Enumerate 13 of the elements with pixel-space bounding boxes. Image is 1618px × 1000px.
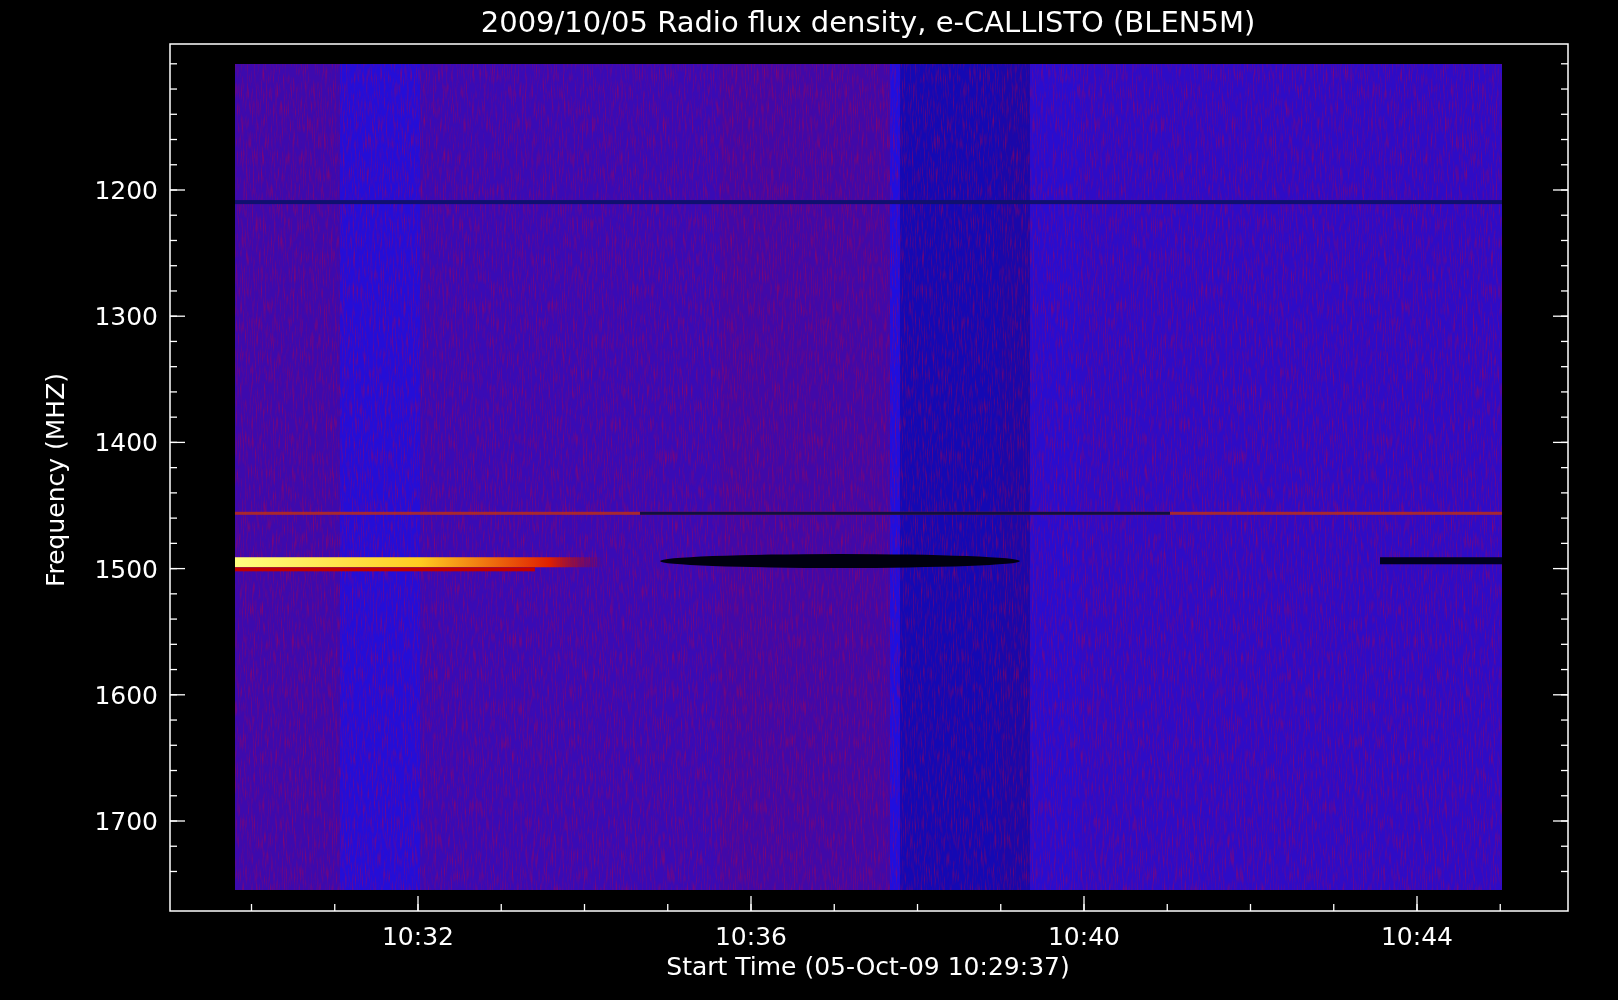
y-tick-label: 1700	[94, 807, 158, 836]
plot-title: 2009/10/05 Radio flux density, e-CALLISTO (BLEN5M)	[480, 5, 1256, 39]
y-tick-label: 1400	[94, 428, 158, 458]
x-tick-label: 10:36	[715, 922, 787, 951]
x-axis-label: Start Time (05-Oct-09 10:29:37)	[666, 952, 1070, 981]
y-tick-label: 1500	[94, 554, 158, 584]
y-tick-label: 1600	[94, 680, 158, 710]
y-axis-label: Frequency (MHZ)	[41, 372, 70, 588]
x-tick-label: 10:40	[1048, 922, 1120, 951]
y-tick-label: 1200	[94, 176, 158, 205]
x-tick-label: 10:44	[1381, 922, 1453, 951]
x-tick-label: 10:32	[382, 922, 454, 951]
y-tick-label: 1300	[94, 302, 158, 332]
